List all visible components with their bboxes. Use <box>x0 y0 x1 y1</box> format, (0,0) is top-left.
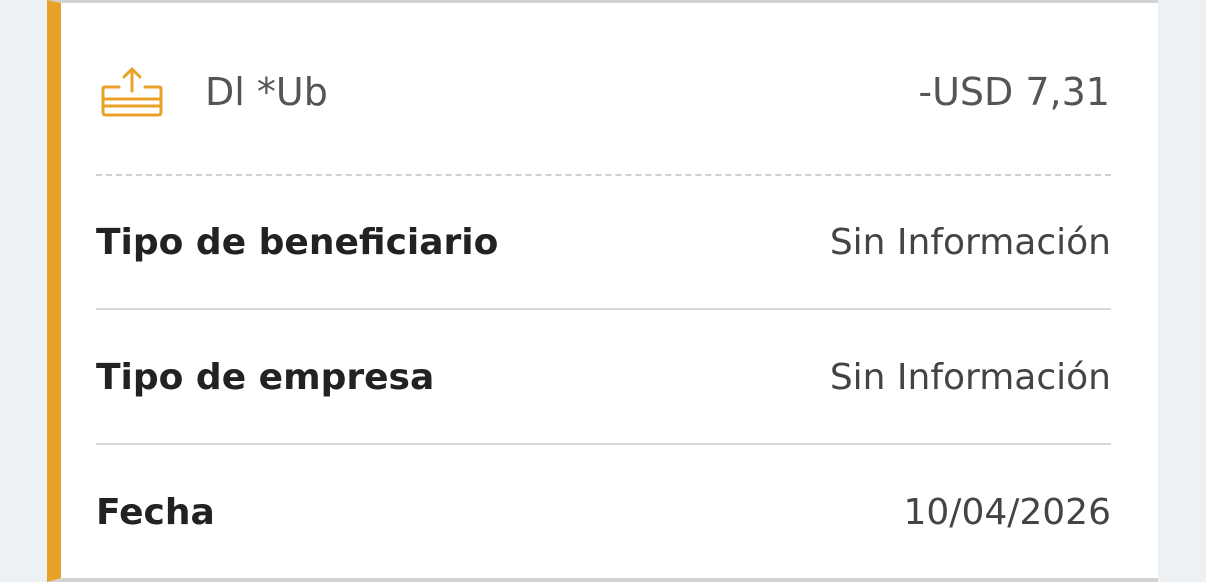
merchant-name: Dl *Ub <box>205 70 328 114</box>
outgoing-transfer-icon <box>101 65 163 117</box>
detail-value: Sin Información <box>829 357 1111 398</box>
detail-row-company-type: Tipo de empresa Sin Información <box>96 310 1111 445</box>
detail-row-date: Fecha 10/04/2026 <box>96 445 1111 580</box>
detail-value: 10/04/2026 <box>903 492 1112 533</box>
transaction-detail-card: Dl *Ub -USD 7,31 Tipo de beneficiario Si… <box>47 0 1158 582</box>
transaction-summary-row: Dl *Ub -USD 7,31 <box>61 3 1158 175</box>
detail-row-beneficiary-type: Tipo de beneficiario Sin Información <box>96 175 1111 310</box>
detail-label: Tipo de beneficiario <box>96 222 499 263</box>
detail-value: Sin Información <box>829 222 1111 263</box>
detail-label: Fecha <box>96 492 215 533</box>
detail-label: Tipo de empresa <box>96 357 435 398</box>
transaction-amount: -USD 7,31 <box>918 70 1110 114</box>
